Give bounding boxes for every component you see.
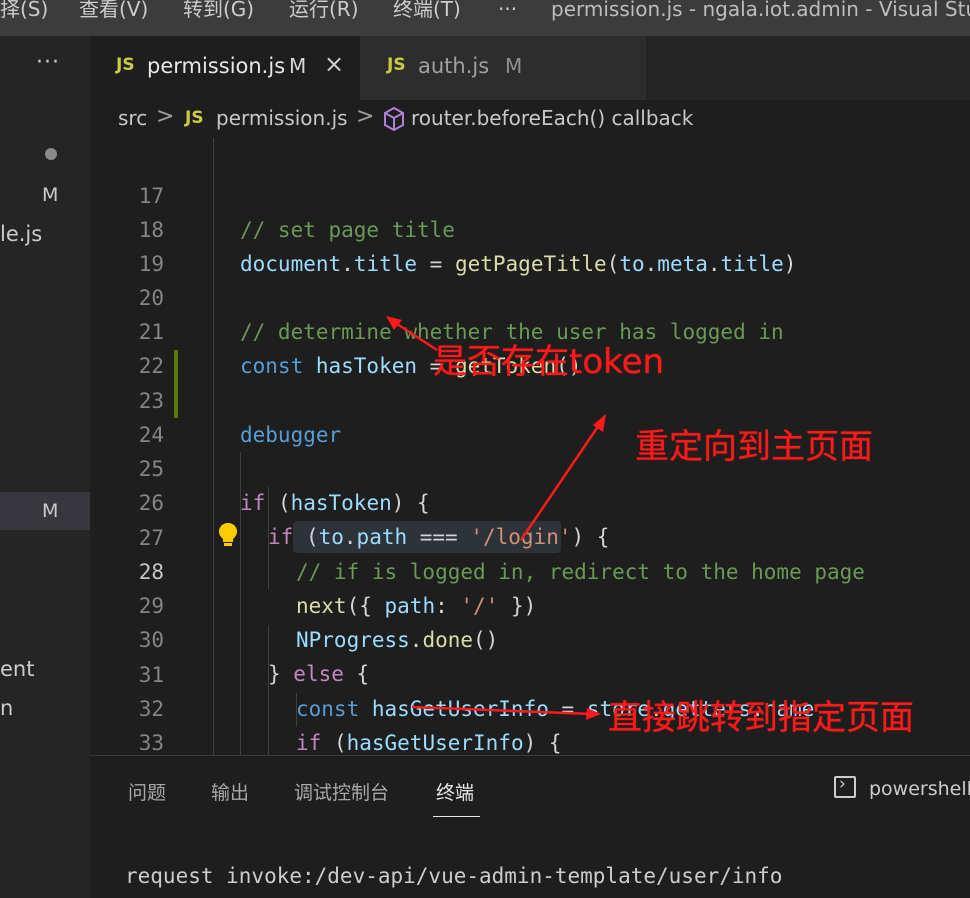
explorer-sidebar: ··· M le.js M ent n [0, 36, 90, 898]
code-line: 19 [90, 213, 970, 276]
code-line: 29 NProgress.done() [90, 555, 970, 652]
window-title: permission.js - ngala.iot.admin - Visual… [551, 0, 970, 21]
editor-tab-bar: JS permission.js M × JS auth.js M [90, 36, 970, 100]
breadcrumb: src > JS permission.js > router.beforeEa… [90, 100, 970, 138]
menu-bar: 择(S) 查看(V) 转到(G) 运行(R) 终端(T) ··· permiss… [0, 0, 970, 36]
annotation-jump-page: 直接跳转到指定页面 [608, 698, 914, 738]
chevron-right-icon: > [156, 104, 175, 129]
code-line: 31 const hasGetUserInfo = store.getters.… [90, 624, 970, 721]
menu-more-icon[interactable]: ··· [498, 0, 517, 20]
breadcrumb-file[interactable]: permission.js [216, 106, 348, 130]
tab-label: auth.js [418, 54, 490, 78]
code-line: 30 } else { [90, 589, 970, 686]
panel-tab-terminal[interactable]: 终端 [436, 778, 474, 805]
menu-go[interactable]: 转到(G) [183, 0, 254, 20]
annotation-redirect-home: 重定向到主页面 [635, 427, 873, 467]
code-line-current: 28 next({ path: '/' }) [90, 521, 970, 618]
breadcrumb-folder[interactable]: src [118, 106, 147, 130]
explorer-file-item[interactable]: ent [0, 657, 34, 681]
js-file-icon: JS [185, 108, 204, 128]
menu-view[interactable]: 查看(V) [79, 0, 148, 20]
explorer-file-item[interactable]: le.js [0, 222, 42, 246]
symbol-method-icon [384, 107, 404, 131]
tab-label: permission.js [147, 54, 286, 78]
git-modified-badge: M [42, 500, 59, 522]
annotation-token-check: 是否存在token [433, 342, 665, 382]
code-line: 20 // determine whether the user has log… [90, 247, 970, 344]
tab-permission-js[interactable]: JS permission.js M × [90, 36, 360, 100]
js-file-icon: JS [116, 55, 135, 75]
tab-auth-js[interactable]: JS auth.js M [360, 36, 646, 100]
bottom-panel: 问题 输出 调试控制台 终端 › powershell request invo… [90, 755, 970, 898]
git-modified-badge: M [42, 184, 59, 206]
git-modified-badge: M [289, 54, 307, 78]
panel-tab-debug-console[interactable]: 调试控制台 [294, 778, 389, 805]
breadcrumb-symbol[interactable]: router.beforeEach() callback [411, 106, 693, 130]
menu-terminal[interactable]: 终端(T) [393, 0, 461, 20]
terminal-icon[interactable]: › [834, 774, 856, 798]
close-icon[interactable]: × [324, 50, 344, 78]
code-line: 32 if (hasGetUserInfo) { [90, 658, 970, 755]
explorer-more-icon[interactable]: ··· [36, 50, 60, 75]
code-line: 18 document.title = getPageTitle(to.meta… [90, 179, 970, 276]
terminal-shell-label[interactable]: powershell [869, 778, 970, 800]
terminal-output[interactable]: request invoke:/dev-api/vue-admin-templa… [125, 864, 782, 888]
code-line: 17 // set page title [90, 145, 970, 242]
vscode-window: 择(S) 查看(V) 转到(G) 运行(R) 终端(T) ··· permiss… [0, 0, 970, 898]
panel-tab-problems[interactable]: 问题 [128, 778, 166, 805]
menu-selection[interactable]: 择(S) [0, 0, 48, 20]
chevron-right-icon: > [356, 104, 375, 129]
active-tab-indicator [433, 816, 480, 817]
panel-tab-output[interactable]: 输出 [211, 778, 249, 805]
code-line: 24 [90, 384, 970, 447]
explorer-file-item[interactable]: n [0, 696, 13, 720]
git-modified-badge: M [505, 54, 523, 78]
menu-run[interactable]: 运行(R) [289, 0, 359, 20]
code-line: 21 const hasToken = getToken() [90, 281, 970, 378]
unsaved-dot-icon [45, 148, 57, 160]
code-line: 27 // if is logged in, redirect to the h… [90, 487, 970, 584]
js-file-icon: JS [387, 55, 406, 75]
